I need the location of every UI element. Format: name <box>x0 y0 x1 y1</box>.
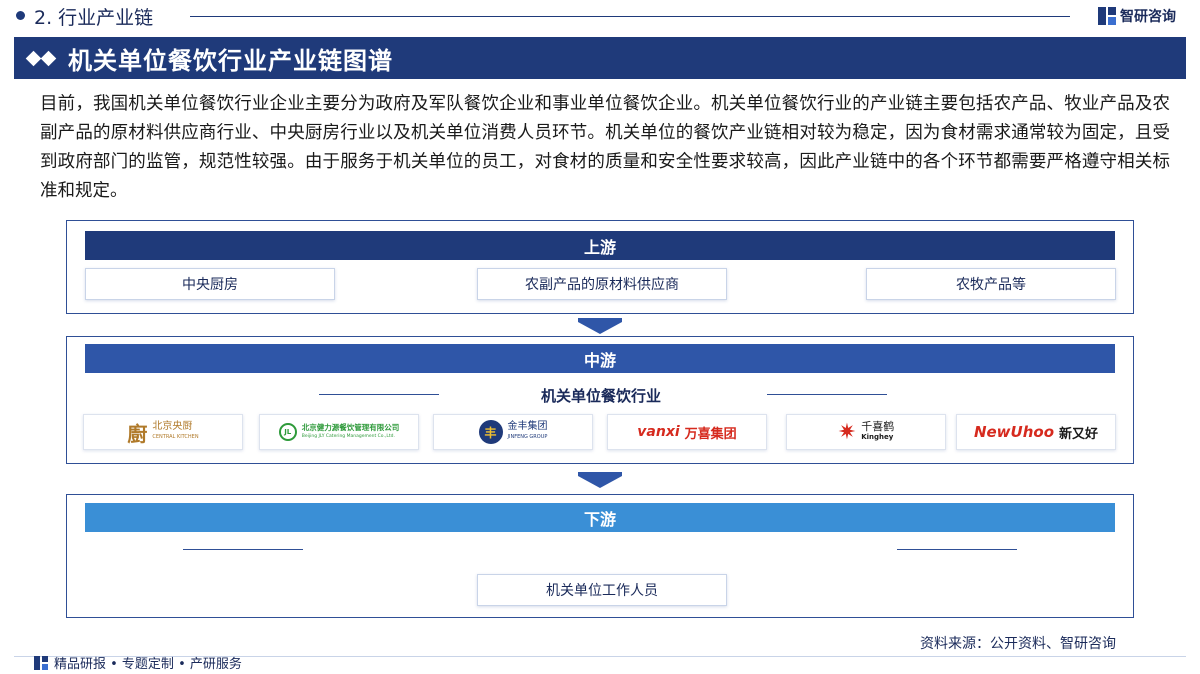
diamond-icon <box>25 50 42 66</box>
vanxi-mark: vanxi <box>637 424 680 440</box>
divider-line-right <box>767 394 887 395</box>
source-note: 资料来源：公开资料、智研咨询 <box>920 636 1116 652</box>
newuhoo-mark: NewUhoo <box>973 423 1055 441</box>
brand-name: 智研咨询 <box>1120 9 1176 25</box>
divider-line-right <box>897 549 1017 550</box>
upstream-header: 上游 <box>85 231 1115 260</box>
company-logo-jianliyuan: JL 北京健力源餐饮管理有限公司 Beijing JLY Catering Ma… <box>259 414 419 450</box>
section-label: 2. 行业产业链 <box>34 7 154 29</box>
company-subname: CENTRAL KITCHEN <box>152 434 199 440</box>
company-logo-beijing-central-kitchen: 廚 北京央厨 CENTRAL KITCHEN <box>83 414 243 450</box>
upstream-item-supplier: 农副产品的原材料供应商 <box>477 268 727 300</box>
company-name: 北京健力源餐饮管理有限公司 <box>301 423 400 432</box>
divider-line-left <box>183 549 303 550</box>
bullet-dot-icon <box>16 11 25 20</box>
header-divider <box>190 16 1070 17</box>
jinfeng-mark-text: 丰 <box>484 425 497 440</box>
downstream-header: 下游 <box>85 503 1115 532</box>
page-title: 机关单位餐饮行业产业链图谱 <box>68 46 393 75</box>
top-header: 2. 行业产业链 智研咨询 <box>0 0 1200 36</box>
brand-mark-icon <box>34 655 48 670</box>
kinghey-star-icon: ✷ <box>837 419 857 445</box>
central-kitchen-mark-icon: 廚 <box>127 421 148 446</box>
jinfeng-mark-icon: 丰 <box>478 420 503 444</box>
title-bar: 机关单位餐饮行业产业链图谱 <box>14 37 1186 79</box>
upstream-section: 上游 中央厨房 农副产品的原材料供应商 农牧产品等 <box>66 220 1134 314</box>
company-name: 万喜集团 <box>684 426 737 442</box>
brand-mark-icon <box>1098 7 1116 25</box>
intro-paragraph: 目前，我国机关单位餐饮行业企业主要分为政府及军队餐饮企业和事业单位餐饮企业。机关… <box>40 94 1170 201</box>
downstream-item-staff: 机关单位工作人员 <box>477 574 727 606</box>
midstream-industry-label: 机关单位餐饮行业 <box>540 387 661 405</box>
midstream-section: 中游 机关单位餐饮行业 廚 北京央厨 CENTRAL KITCHEN JL 北京… <box>66 336 1134 464</box>
downstream-section: 下游 机关单位工作人员 <box>66 494 1134 618</box>
company-subname: JINFENG GROUP <box>507 434 548 440</box>
company-logo-newuhoo: NewUhoo 新又好 <box>956 414 1116 450</box>
company-name: 金丰集团 <box>507 421 548 432</box>
company-logo-kinghey: ✷ 千喜鹤 Kinghey <box>786 414 946 450</box>
jly-mark-icon: JL <box>278 423 297 441</box>
midstream-header: 中游 <box>85 344 1115 373</box>
upstream-item-agri-products: 农牧产品等 <box>866 268 1116 300</box>
company-subname: Beijing JLY Catering Management Co.,Ltd. <box>301 434 395 439</box>
footer-tagline: 精品研报 • 专题定制 • 产研服务 <box>34 653 242 672</box>
down-arrow-icon <box>578 476 622 488</box>
company-name: 北京央厨 <box>152 421 193 432</box>
company-logo-jinfeng: 丰 金丰集团 JINFENG GROUP <box>433 414 593 450</box>
company-subname: Kinghey <box>861 433 894 441</box>
company-name: 千喜鹤 <box>861 420 895 433</box>
brand-logo: 智研咨询 <box>1098 5 1176 27</box>
jly-mark-text: JL <box>284 428 292 436</box>
tagline-text: 精品研报 • 专题定制 • 产研服务 <box>54 657 242 672</box>
company-logo-vanxi: vanxi 万喜集团 <box>607 414 767 450</box>
down-arrow-icon <box>578 322 622 334</box>
upstream-item-central-kitchen: 中央厨房 <box>85 268 335 300</box>
diamond-icon <box>40 50 57 66</box>
company-name: 新又好 <box>1059 426 1099 442</box>
